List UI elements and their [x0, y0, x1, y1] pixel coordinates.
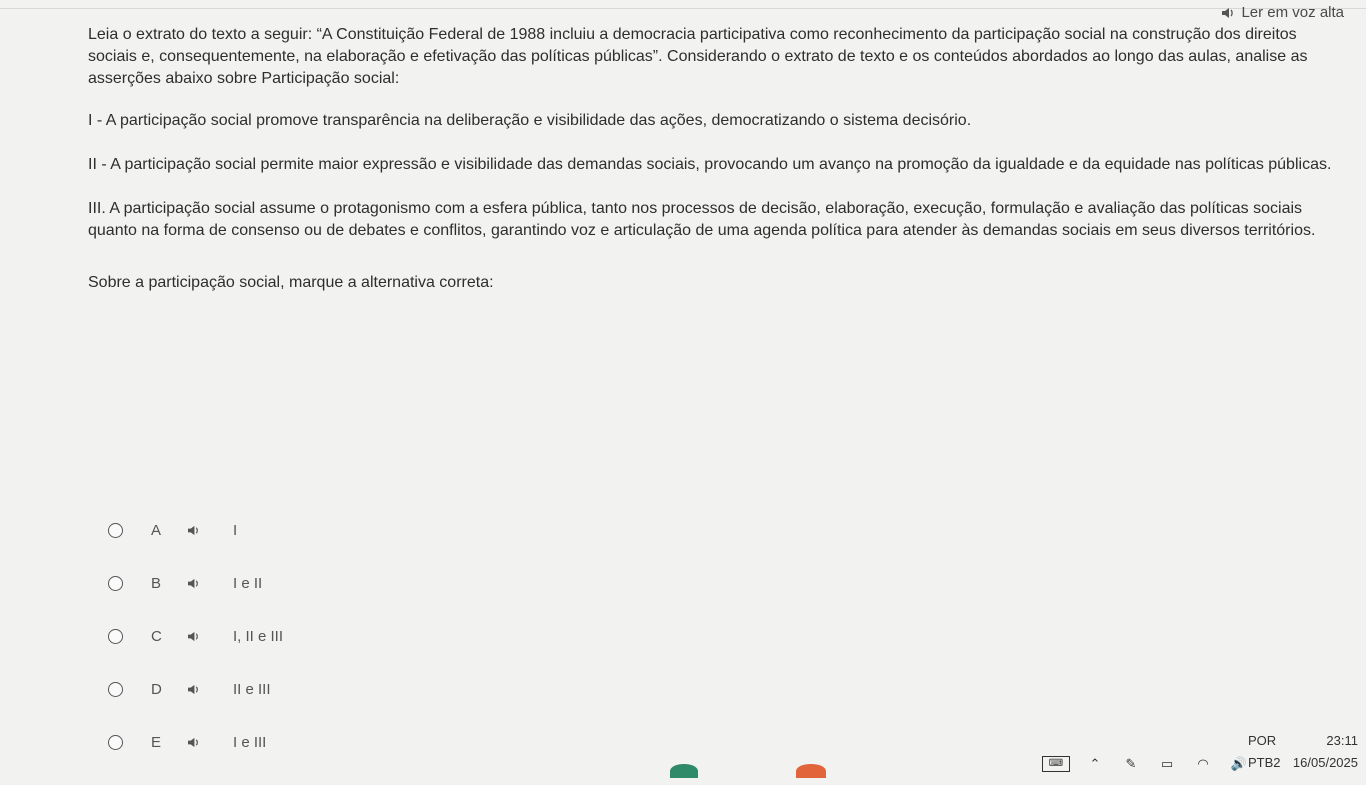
language-indicator[interactable]: POR PTB2 — [1248, 730, 1281, 774]
option-d[interactable]: D II e III — [108, 679, 608, 699]
question-body: Leia o extrato do texto a seguir: “A Con… — [88, 24, 1338, 308]
language-code: POR — [1248, 733, 1277, 748]
option-c[interactable]: C I, II e III — [108, 626, 608, 646]
option-text: I, II e III — [233, 627, 284, 645]
pen-icon[interactable]: ✎ — [1120, 756, 1142, 772]
chevron-up-icon[interactable]: ⌃ — [1084, 756, 1106, 772]
speaker-icon[interactable] — [187, 684, 233, 695]
speaker-icon[interactable] — [187, 578, 233, 589]
top-divider — [0, 0, 1366, 9]
clock[interactable]: 23:11 16/05/2025 — [1292, 730, 1358, 774]
read-aloud-label: Ler em voz alta — [1241, 4, 1344, 21]
radio-button[interactable] — [108, 575, 123, 591]
volume-icon[interactable]: 🔊 — [1228, 756, 1250, 772]
wifi-icon[interactable]: ◠ — [1192, 756, 1214, 772]
battery-icon[interactable]: ▭ — [1156, 756, 1178, 772]
touch-keyboard-icon[interactable]: ⌨ — [1042, 756, 1070, 772]
speaker-icon[interactable] — [187, 631, 233, 642]
option-e[interactable]: E I e III — [108, 732, 608, 752]
system-tray: ⌨ ⌃ ✎ ▭ ◠ 🔊 — [1042, 756, 1250, 772]
keyboard-layout: PTB2 — [1248, 755, 1281, 770]
option-letter: D — [151, 680, 162, 698]
assertion-3: III. A participação social assume o prot… — [88, 200, 1316, 239]
question-intro: Leia o extrato do texto a seguir: “A Con… — [88, 26, 1308, 87]
option-a[interactable]: A I — [108, 520, 608, 540]
speaker-icon[interactable] — [187, 525, 233, 536]
speaker-icon — [1221, 7, 1235, 19]
assertion-2: II - A participação social permite maior… — [88, 156, 1332, 173]
option-text: II e III — [233, 680, 271, 698]
option-letter: A — [151, 521, 162, 539]
option-b[interactable]: B I e II — [108, 573, 608, 593]
assertion-1: I - A participação social promove transp… — [88, 112, 972, 129]
option-text: I — [233, 521, 238, 539]
radio-button[interactable] — [108, 522, 123, 538]
option-letter: B — [151, 574, 162, 592]
clock-date: 16/05/2025 — [1292, 755, 1358, 770]
answer-options: A I B I e II C I, II e III D II e III E … — [108, 520, 608, 785]
speaker-icon[interactable] — [187, 737, 233, 748]
question-prompt: Sobre a participação social, marque a al… — [88, 274, 494, 291]
read-aloud-button[interactable]: Ler em voz alta — [1221, 4, 1344, 21]
option-letter: E — [151, 733, 162, 751]
option-text: I e II — [233, 574, 263, 592]
radio-button[interactable] — [108, 681, 123, 697]
radio-button[interactable] — [108, 628, 123, 644]
option-text: I e III — [233, 733, 267, 751]
clock-time: 23:11 — [1326, 733, 1358, 748]
radio-button[interactable] — [108, 734, 123, 750]
option-letter: C — [151, 627, 162, 645]
